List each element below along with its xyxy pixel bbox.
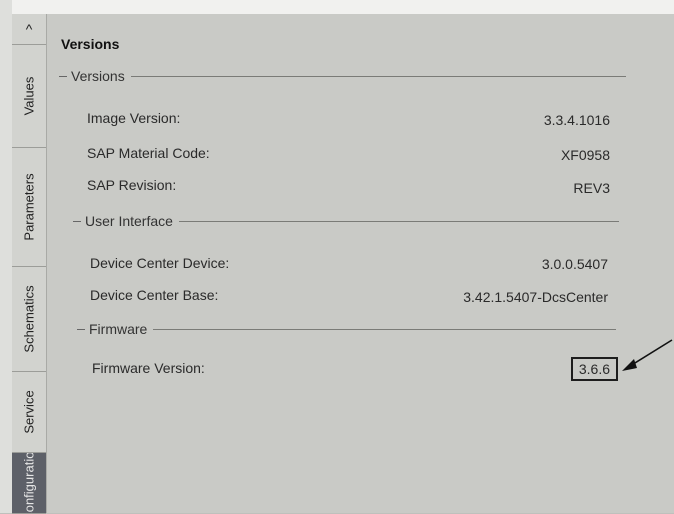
device-center-device-label: Device Center Device: <box>90 255 230 271</box>
photo-frame-left <box>0 0 12 513</box>
sap-revision-value: REV3 <box>573 180 610 196</box>
sap-material-code-value: XF0958 <box>560 147 610 163</box>
sap-revision-label: SAP Revision: <box>87 177 177 193</box>
image-version-value: 3.3.4.1016 <box>543 112 610 128</box>
sap-material-code-label: SAP Material Code: <box>87 145 210 161</box>
group-header-user-interface: User Interface <box>73 213 619 229</box>
group-header-versions: Versions <box>59 68 626 84</box>
tab-schematics-label: Schematics <box>21 285 37 353</box>
group-divider <box>178 220 619 222</box>
device-center-device-value: 3.0.0.5407 <box>541 256 608 272</box>
group-header-user-interface-label: User Interface <box>85 213 173 229</box>
tab-values[interactable]: Values <box>12 45 46 148</box>
group-dash <box>77 328 85 330</box>
image-version-label: Image Version: <box>87 110 181 126</box>
tab-parameters[interactable]: Parameters <box>12 148 46 267</box>
tab-service-label: Service <box>21 390 37 434</box>
group-divider <box>153 328 617 330</box>
tab-service[interactable]: Service <box>12 372 46 453</box>
tab-configuration-label: Configuration <box>21 453 37 514</box>
vertical-tab-bar: ^ Values Parameters Schematics Service C… <box>12 14 47 514</box>
photo-frame-top <box>0 0 674 14</box>
firmware-version-value: 3.6.6 <box>570 357 618 381</box>
tab-configuration[interactable]: Configuration <box>12 453 46 514</box>
group-header-versions-label: Versions <box>71 68 125 84</box>
tab-parameters-label: Parameters <box>21 173 37 241</box>
device-center-base-value: 3.42.1.5407-DcsCenter <box>463 289 608 305</box>
page-title: Versions <box>61 36 120 52</box>
group-divider <box>130 75 626 77</box>
group-dash <box>73 220 81 222</box>
annotation-arrow-icon <box>622 339 673 371</box>
group-header-firmware-label: Firmware <box>89 321 148 337</box>
versions-panel: Versions Versions Image Version: 3.3.4.1… <box>47 14 674 513</box>
tab-schematics[interactable]: Schematics <box>12 267 46 372</box>
device-center-base-label: Device Center Base: <box>90 287 219 303</box>
group-header-firmware: Firmware <box>77 321 617 337</box>
firmware-version-label: Firmware Version: <box>92 360 205 376</box>
collapse-chevron-up-icon[interactable]: ^ <box>12 14 46 45</box>
tab-values-label: Values <box>21 76 37 116</box>
group-dash <box>59 75 67 77</box>
